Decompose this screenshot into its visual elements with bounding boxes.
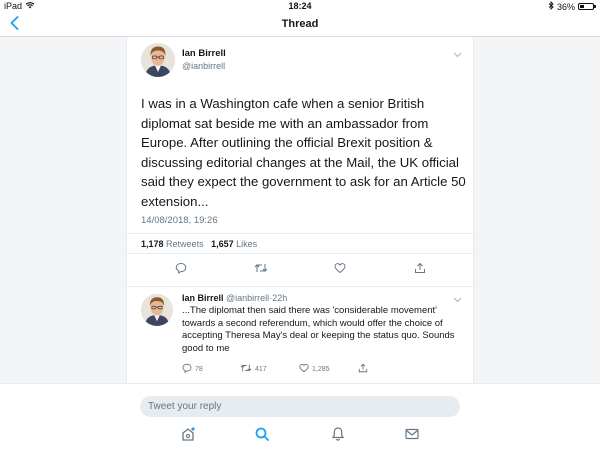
reply-button[interactable] — [175, 261, 187, 279]
reply-reply-button[interactable]: 78 — [182, 362, 203, 376]
battery-percent: 36% — [556, 1, 575, 12]
tab-notifications[interactable] — [330, 426, 346, 447]
chevron-down-icon — [453, 45, 462, 63]
reply-icon — [182, 360, 192, 378]
status-bar: iPad 18:24 36% — [0, 0, 600, 13]
page-title: Thread — [281, 18, 319, 30]
tweet-text: I was in a Washington cafe when a senior… — [141, 96, 466, 209]
status-time: 18:24 — [288, 1, 312, 11]
tweet-timestamp[interactable]: 14/08/2018, 19:26 — [141, 215, 218, 226]
reply-like-button[interactable]: 1,285 — [299, 362, 330, 376]
reply-menu-button[interactable] — [451, 294, 463, 304]
reply-actions: 78 417 1,285 — [182, 362, 472, 376]
avatar[interactable] — [141, 294, 173, 326]
like-count: 1,285 — [312, 365, 330, 373]
avatar[interactable] — [141, 43, 175, 77]
main-tweet: Ian Birrell @ianbirrell I was in a Washi… — [127, 37, 473, 287]
tweet-stats: 1,178 Retweets 1,657 Likes — [127, 233, 473, 254]
bell-icon — [330, 426, 346, 447]
likes-count[interactable]: 1,657 — [211, 239, 234, 249]
reply-age[interactable]: 22h — [272, 293, 287, 303]
share-icon — [414, 261, 426, 279]
search-icon — [254, 426, 270, 447]
battery-level — [580, 5, 584, 8]
share-icon — [358, 360, 368, 378]
like-button[interactable] — [334, 263, 346, 277]
heart-icon — [299, 360, 309, 378]
status-bar-right: 36% — [548, 0, 596, 12]
home-icon — [180, 426, 196, 447]
tweet-actions — [127, 259, 473, 281]
likes-label[interactable]: Likes — [236, 239, 257, 249]
tab-messages[interactable] — [404, 428, 420, 444]
retweet-button[interactable] — [254, 263, 268, 277]
reply-author-handle[interactable]: @ianbirrell — [226, 293, 269, 303]
tweet-menu-button[interactable] — [451, 49, 463, 59]
reply-tweet[interactable]: Ian Birrell @ianbirrell·22h ...The diplo… — [127, 288, 473, 383]
retweet-count: 417 — [255, 365, 267, 373]
thread-panel: Ian Birrell @ianbirrell I was in a Washi… — [126, 37, 474, 383]
bottom-bar: Tweet your reply — [0, 383, 600, 450]
retweets-label[interactable]: Retweets — [166, 239, 204, 249]
reply-header: Ian Birrell @ianbirrell·22h — [182, 293, 287, 303]
reply-share-button[interactable] — [358, 362, 368, 376]
tab-search[interactable] — [254, 426, 270, 447]
reply-author-name[interactable]: Ian Birrell — [182, 293, 224, 303]
author-name[interactable]: Ian Birrell — [182, 48, 226, 59]
reply-icon — [175, 261, 187, 279]
nav-bar: Thread — [0, 13, 600, 37]
bluetooth-icon — [548, 0, 554, 12]
retweet-icon — [254, 261, 268, 279]
tab-home[interactable] — [180, 426, 196, 447]
retweets-count[interactable]: 1,178 — [141, 239, 164, 249]
share-button[interactable] — [414, 263, 426, 277]
battery-icon — [578, 3, 596, 10]
mail-icon — [404, 426, 420, 447]
reply-count: 78 — [195, 365, 203, 373]
retweet-icon — [240, 360, 252, 378]
reply-text: ...The diplomat then said there was 'con… — [182, 305, 455, 354]
tweet-reply-input[interactable]: Tweet your reply — [140, 396, 460, 417]
heart-icon — [334, 261, 346, 279]
author-handle[interactable]: @ianbirrell — [182, 61, 225, 71]
reply-retweet-button[interactable]: 417 — [240, 362, 267, 376]
